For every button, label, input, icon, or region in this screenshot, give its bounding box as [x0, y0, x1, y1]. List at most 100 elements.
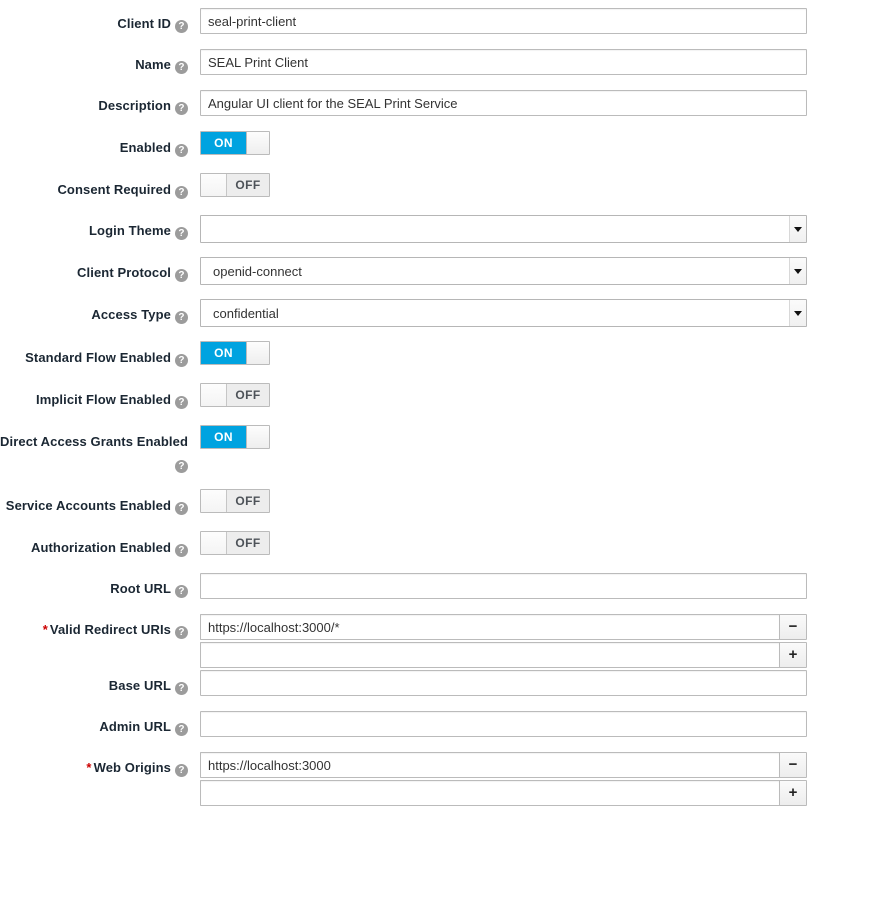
chevron-down-icon[interactable]: [789, 258, 806, 284]
remove-valid-redirect-uris-button[interactable]: −: [779, 614, 807, 640]
help-circle-icon[interactable]: ?: [175, 460, 188, 473]
chevron-down-icon[interactable]: [789, 300, 806, 326]
field-control-consent-required: OFF: [200, 173, 807, 199]
input-root-url[interactable]: [200, 573, 807, 599]
help-circle-icon[interactable]: ?: [175, 20, 188, 33]
field-label-base-url: Base URL?: [0, 670, 200, 697]
help-circle-icon[interactable]: ?: [175, 544, 188, 557]
input-base-url[interactable]: [200, 670, 807, 696]
input-client-id[interactable]: [200, 8, 807, 34]
help-circle-icon[interactable]: ?: [175, 102, 188, 115]
field-label-login-theme: Login Theme?: [0, 215, 200, 242]
toggle-implicit-flow-enabled[interactable]: OFF: [200, 383, 270, 407]
field-label-text: Admin URL: [99, 719, 171, 734]
required-marker: *: [43, 622, 48, 637]
toggle-direct-access-grants-enabled[interactable]: ON: [200, 425, 270, 449]
field-control-name: [200, 49, 807, 75]
input-new-web-origins[interactable]: [200, 780, 779, 806]
field-control-client-id: [200, 8, 807, 34]
input-name[interactable]: [200, 49, 807, 75]
required-marker: *: [86, 760, 91, 775]
form-row: Implicit Flow Enabled?OFF: [0, 383, 871, 411]
input-new-valid-redirect-uris[interactable]: [200, 642, 779, 668]
field-label-text: Name: [135, 57, 171, 72]
field-label-authorization-enabled: Authorization Enabled?: [0, 531, 200, 559]
help-circle-icon[interactable]: ?: [175, 585, 188, 598]
select-value-access-type: confidential: [200, 299, 807, 327]
form-row: Client ID?: [0, 8, 871, 35]
help-circle-icon[interactable]: ?: [175, 396, 188, 409]
field-label-text: Standard Flow Enabled: [25, 350, 171, 365]
add-valid-redirect-uris-button[interactable]: +: [779, 642, 807, 668]
toggle-service-accounts-enabled[interactable]: OFF: [200, 489, 270, 513]
toggle-enabled[interactable]: ON: [200, 131, 270, 155]
multi-row-empty-valid-redirect-uris: +: [200, 642, 807, 668]
help-circle-icon[interactable]: ?: [175, 682, 188, 695]
select-access-type[interactable]: confidential: [200, 299, 807, 327]
help-circle-icon[interactable]: ?: [175, 354, 188, 367]
field-control-access-type: confidential: [200, 299, 807, 327]
toggle-state-label: OFF: [227, 532, 269, 554]
input-admin-url[interactable]: [200, 711, 807, 737]
remove-web-origins-button[interactable]: −: [779, 752, 807, 778]
chevron-down-glyph: [794, 227, 802, 232]
select-login-theme[interactable]: [200, 215, 807, 243]
field-label-text: Login Theme: [89, 223, 171, 238]
form-row: Root URL?: [0, 573, 871, 600]
help-circle-icon[interactable]: ?: [175, 311, 188, 324]
form-row: Client Protocol?openid-connect: [0, 257, 871, 285]
toggle-standard-flow-enabled[interactable]: ON: [200, 341, 270, 365]
field-label-access-type: Access Type?: [0, 299, 200, 326]
field-label-text: Description: [98, 98, 171, 113]
toggle-handle: [246, 426, 269, 448]
field-label-text: Client ID: [117, 16, 171, 31]
toggle-consent-required[interactable]: OFF: [200, 173, 270, 197]
input-description[interactable]: [200, 90, 807, 116]
form-row: Enabled? ON: [0, 131, 871, 159]
input-web-origins[interactable]: [200, 752, 779, 778]
toggle-state-label: OFF: [227, 490, 269, 512]
help-circle-icon[interactable]: ?: [175, 764, 188, 777]
field-label-direct-access-grants-enabled: Direct Access Grants Enabled?: [0, 425, 200, 475]
help-circle-icon[interactable]: ?: [175, 626, 188, 639]
field-control-standard-flow-enabled: ON: [200, 341, 807, 365]
toggle-handle: [201, 532, 227, 554]
field-label-consent-required: Consent Required?: [0, 173, 200, 201]
field-label-text: Valid Redirect URIs: [50, 622, 171, 637]
input-valid-redirect-uris[interactable]: [200, 614, 779, 640]
field-label-client-protocol: Client Protocol?: [0, 257, 200, 284]
form-row: Standard Flow Enabled? ON: [0, 341, 871, 369]
select-client-protocol[interactable]: openid-connect: [200, 257, 807, 285]
field-label-text: Enabled: [120, 140, 171, 155]
toggle-handle: [201, 174, 227, 196]
help-circle-icon[interactable]: ?: [175, 269, 188, 282]
field-control-root-url: [200, 573, 807, 599]
field-control-valid-redirect-uris: −+: [200, 614, 807, 670]
add-web-origins-button[interactable]: +: [779, 780, 807, 806]
field-control-login-theme: [200, 215, 807, 243]
help-circle-icon[interactable]: ?: [175, 144, 188, 157]
select-value-client-protocol: openid-connect: [200, 257, 807, 285]
form-row: Login Theme?: [0, 215, 871, 243]
help-circle-icon[interactable]: ?: [175, 502, 188, 515]
help-circle-icon[interactable]: ?: [175, 186, 188, 199]
field-control-client-protocol: openid-connect: [200, 257, 807, 285]
toggle-state-label: OFF: [227, 174, 269, 196]
field-label-text: Direct Access Grants Enabled: [0, 434, 188, 449]
field-label-root-url: Root URL?: [0, 573, 200, 600]
multi-row-filled-valid-redirect-uris: −: [200, 614, 807, 640]
help-circle-icon[interactable]: ?: [175, 61, 188, 74]
help-circle-icon[interactable]: ?: [175, 723, 188, 736]
field-control-admin-url: [200, 711, 807, 737]
form-row: Access Type?confidential: [0, 299, 871, 327]
field-label-text: Web Origins: [94, 760, 171, 775]
form-row: *Web Origins? −+: [0, 752, 871, 808]
chevron-down-icon[interactable]: [789, 216, 806, 242]
form-row: Admin URL?: [0, 711, 871, 738]
help-circle-icon[interactable]: ?: [175, 227, 188, 240]
field-label-valid-redirect-uris: *Valid Redirect URIs?: [0, 614, 200, 641]
toggle-authorization-enabled[interactable]: OFF: [200, 531, 270, 555]
toggle-state-label: OFF: [227, 384, 269, 406]
field-control-web-origins: −+: [200, 752, 807, 808]
field-control-description: [200, 90, 807, 116]
